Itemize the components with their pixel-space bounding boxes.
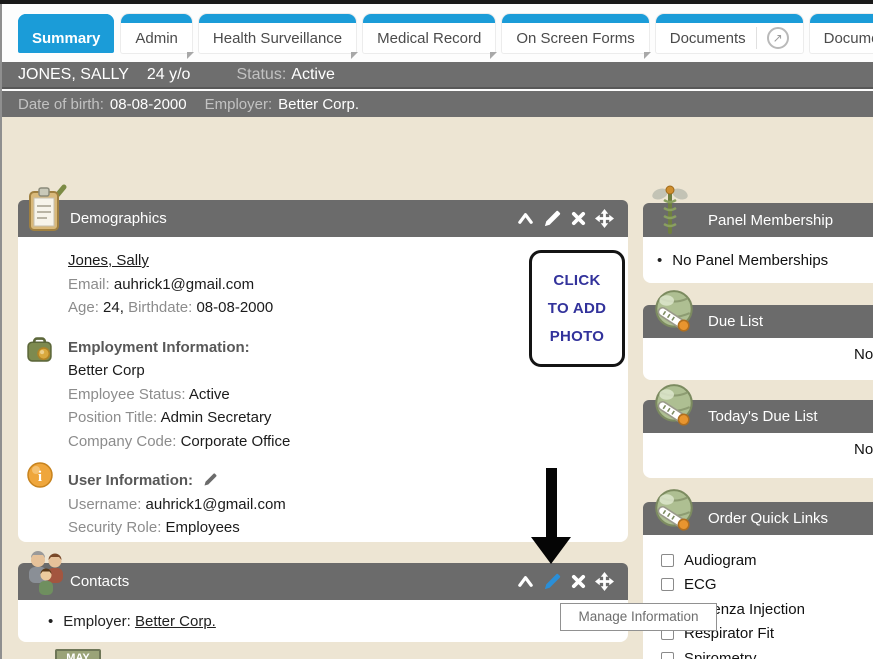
demographics-panel-actions — [517, 200, 614, 237]
svg-text:i: i — [38, 469, 42, 485]
employee-status-label: Employee Status: — [68, 386, 186, 403]
panel-membership-body: • No Panel Memberships — [643, 237, 873, 283]
tab-documents[interactable]: Documents ↗ — [656, 14, 803, 53]
panel-membership-empty-text: No Panel Memberships — [672, 252, 828, 269]
info-icon: i — [27, 462, 53, 488]
briefcase-icon — [26, 336, 53, 363]
panel-membership-title: Panel Membership — [708, 212, 833, 229]
move-icon[interactable] — [595, 572, 614, 591]
security-role-label: Security Role: — [68, 519, 161, 536]
contacts-panel-header[interactable]: Contacts — [18, 563, 628, 600]
ecg-checkbox[interactable] — [661, 578, 674, 591]
position-title-label: Position Title: — [68, 409, 157, 426]
audiogram-checkbox[interactable] — [661, 554, 674, 567]
position-title-value: Admin Secretary — [161, 409, 272, 426]
demographics-panel-header[interactable]: Demographics — [18, 200, 628, 237]
order-item-label: Audiogram — [684, 552, 757, 569]
edit-pencil-icon[interactable] — [543, 209, 562, 228]
demographics-panel-title: Demographics — [70, 210, 167, 227]
due-list-title: Due List — [708, 313, 763, 330]
main-tab-bar: Summary Admin Health Surveillance Medica… — [2, 4, 873, 62]
age-value: 24, — [103, 299, 124, 316]
close-icon[interactable] — [571, 211, 586, 226]
photo-line-3: PHOTO — [550, 328, 605, 345]
contacts-family-icon — [24, 549, 68, 597]
patient-name: JONES, SALLY — [18, 66, 129, 84]
photo-line-1: CLICK — [553, 272, 600, 289]
tab-admin[interactable]: Admin — [121, 14, 192, 53]
tab-on-screen-forms[interactable]: On Screen Forms — [502, 14, 648, 53]
patient-age: 24 y/o — [147, 66, 191, 84]
employer-value: Better Corp. — [278, 96, 359, 113]
due-list-clipped-text: No — [854, 346, 873, 363]
contact-employer-label: Employer: — [63, 613, 131, 630]
collapse-chevron-icon[interactable] — [517, 211, 534, 226]
birthdate-value: 08-08-2000 — [196, 299, 273, 316]
edit-pencil-icon-hovered[interactable] — [543, 572, 562, 591]
todays-due-list-thermometer-icon — [650, 382, 698, 430]
tab-health-surveillance[interactable]: Health Surveillance — [199, 14, 356, 53]
collapse-chevron-icon[interactable] — [517, 574, 534, 589]
due-list-body — [643, 338, 873, 380]
username-label: Username: — [68, 496, 141, 513]
patient-name-link[interactable]: Jones, Sally — [68, 252, 149, 269]
employer-name: Better Corp — [68, 362, 145, 379]
contacts-panel-actions — [517, 563, 614, 600]
photo-line-2: TO ADD — [548, 300, 606, 317]
list-bullet: • — [657, 252, 662, 269]
age-label: Age: — [68, 299, 99, 316]
contact-employer-link[interactable]: Better Corp. — [135, 613, 216, 630]
employer-label: Employer: — [205, 96, 273, 113]
contacts-panel-title: Contacts — [70, 573, 129, 590]
employee-status-value: Active — [189, 386, 230, 403]
order-quick-links-title: Order Quick Links — [708, 510, 828, 527]
documents-external-button[interactable]: ↗ — [756, 27, 789, 49]
close-icon[interactable] — [571, 574, 586, 589]
todays-due-list-clipped-text: No — [854, 441, 873, 458]
order-item-ecg: ECG — [661, 573, 873, 598]
tab-medical-record[interactable]: Medical Record — [363, 14, 495, 53]
order-item-spirometry: Spirometry — [661, 646, 873, 659]
company-code-label: Company Code: — [68, 433, 176, 450]
todays-due-list-body — [643, 433, 873, 478]
status-value: Active — [291, 66, 335, 84]
clipboard-icon — [24, 184, 68, 234]
tab-summary[interactable]: Summary — [18, 14, 114, 53]
birthdate-label: Birthdate: — [128, 299, 192, 316]
email-label: Email: — [68, 276, 110, 293]
manage-information-tooltip: Manage Information — [560, 603, 717, 631]
spirometry-checkbox[interactable] — [661, 652, 674, 659]
external-link-icon: ↗ — [767, 27, 789, 49]
edit-user-pencil-icon[interactable] — [203, 472, 218, 487]
user-information-heading: User Information: — [68, 472, 193, 489]
due-list-thermometer-icon — [650, 288, 698, 336]
calendar-month-badge: MAY — [55, 649, 101, 659]
patient-banner-primary: JONES, SALLY 24 y/o Status: Active — [2, 62, 873, 89]
order-item-audiogram: Audiogram — [661, 548, 873, 573]
move-icon[interactable] — [595, 209, 614, 228]
caduceus-icon — [652, 184, 688, 236]
dob-label: Date of birth: — [18, 96, 104, 113]
patient-banner-secondary: Date of birth: 08-08-2000 Employer: Bett… — [2, 91, 873, 117]
username-value: auhrick1@gmail.com — [146, 496, 286, 513]
annotation-arrow-shaft — [546, 468, 557, 538]
status-label: Status: — [236, 66, 286, 84]
employment-heading: Employment Information: — [68, 339, 250, 356]
todays-due-list-title: Today's Due List — [708, 408, 818, 425]
company-code-value: Corporate Office — [181, 433, 291, 450]
email-value: auhrick1@gmail.com — [114, 276, 254, 293]
dob-value: 08-08-2000 — [110, 96, 187, 113]
list-bullet: • — [48, 613, 53, 630]
order-item-label: ECG — [684, 576, 717, 593]
annotation-arrow-head — [531, 537, 571, 564]
add-photo-button[interactable]: CLICK TO ADD PHOTO — [529, 250, 625, 367]
security-role-value: Employees — [166, 519, 240, 536]
app-window: Summary Admin Health Surveillance Medica… — [0, 0, 873, 659]
order-quick-links-thermometer-icon — [650, 487, 698, 535]
order-item-label: Spirometry — [684, 650, 757, 659]
contacts-panel-body: • Employer: Better Corp. — [18, 600, 628, 642]
order-quick-links-body: Audiogram ECG Influenza Injection Respir… — [643, 535, 873, 659]
tab-documents-dv[interactable]: Documents-DV ↗ — [810, 14, 873, 53]
